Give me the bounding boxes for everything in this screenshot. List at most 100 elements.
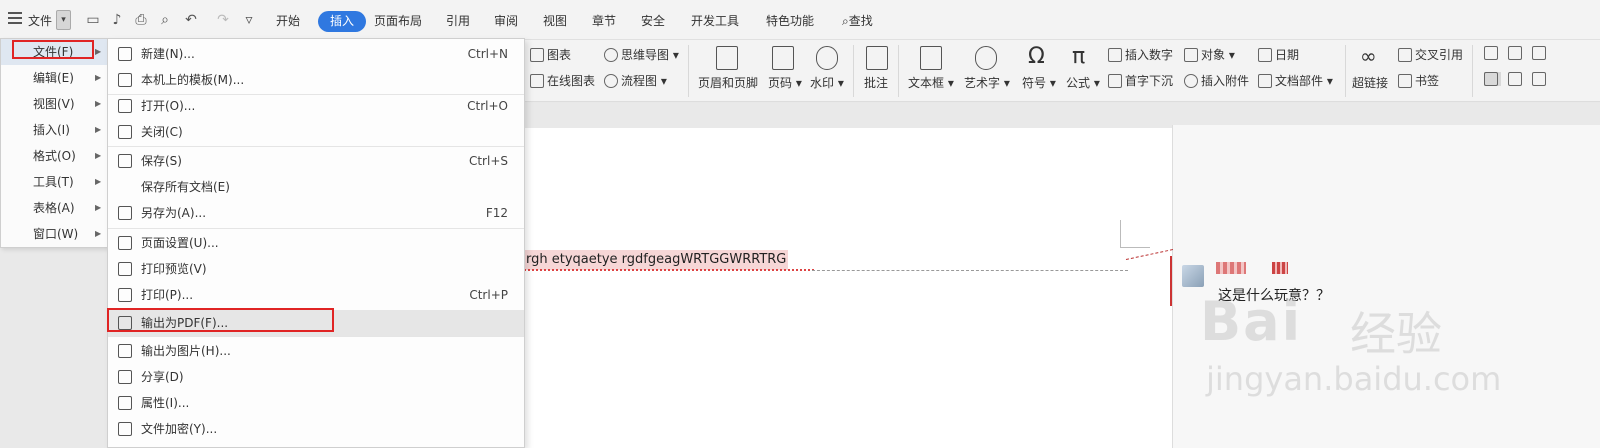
form-control-checkbox-icon[interactable] xyxy=(1508,46,1525,60)
tab-developer[interactable]: 开发工具 xyxy=(691,12,739,29)
watermark-button[interactable]: 水印 ▾ xyxy=(810,74,844,91)
chevron-right-icon: ▶ xyxy=(95,177,102,186)
tab-insert[interactable]: 插入 xyxy=(318,11,366,32)
file-menu-button[interactable]: 文件 xyxy=(28,12,52,29)
page-number-button[interactable]: 页码 ▾ xyxy=(768,74,802,91)
file-dropdown-chevron-icon[interactable]: ▾ xyxy=(56,10,71,30)
tab-view[interactable]: 视图 xyxy=(543,12,567,29)
menu-item-share[interactable]: 分享(D) xyxy=(108,364,524,390)
hyperlink-button[interactable]: 超链接 xyxy=(1352,74,1388,91)
form-control-image-icon[interactable] xyxy=(1508,72,1525,86)
menu-item-print-preview[interactable]: 打印预览(V) xyxy=(108,256,524,282)
date-button[interactable]: 日期 xyxy=(1258,46,1299,63)
redo-icon[interactable]: ↷ xyxy=(214,11,232,29)
menu-item-page-setup[interactable]: 页面设置(U)... xyxy=(108,230,524,256)
ribbon-separator xyxy=(1345,45,1346,97)
undo-icon[interactable]: ↶ xyxy=(182,11,200,29)
comment-author-timestamp xyxy=(1272,262,1288,274)
hamburger-menu-icon[interactable] xyxy=(8,12,22,24)
submenu-item-window[interactable]: 窗口(W) ▶ xyxy=(1,221,107,247)
folder-open-icon xyxy=(118,99,132,113)
ribbon-separator xyxy=(853,45,854,97)
paperclip-icon xyxy=(1184,74,1198,88)
menu-item-export-image[interactable]: 输出为图片(H)... xyxy=(108,338,524,364)
customize-quickbar-icon[interactable]: ▿ xyxy=(240,11,258,29)
flowchart-button[interactable]: 流程图 ▾ xyxy=(604,72,667,89)
chevron-right-icon: ▶ xyxy=(95,73,102,82)
file-menu-dropdown: 新建(N)... Ctrl+N 本机上的模板(M)... 打开(O)... Ctrl… xyxy=(107,38,525,448)
baidu-watermark-logo-cn: 经验 xyxy=(1350,307,1442,361)
page-margin-marker xyxy=(1120,220,1150,248)
symbol-button[interactable]: 符号 ▾ xyxy=(1022,74,1056,91)
menu-item-close[interactable]: 关闭(C) xyxy=(108,119,524,145)
doc-parts-button[interactable]: 文档部件 ▾ xyxy=(1258,72,1333,89)
menu-item-print[interactable]: 打印(P)... Ctrl+P xyxy=(108,282,524,308)
bookmark-button[interactable]: 书签 xyxy=(1398,72,1439,89)
submenu-item-format[interactable]: 格式(O) ▶ xyxy=(1,143,107,169)
template-icon xyxy=(118,73,132,87)
cross-ref-icon xyxy=(1398,48,1412,62)
online-chart-button[interactable]: 在线图表 xyxy=(530,72,595,89)
cross-ref-button[interactable]: 交叉引用 xyxy=(1398,46,1463,63)
tab-chapter[interactable]: 章节 xyxy=(592,12,616,29)
attachment-button[interactable]: 插入附件 xyxy=(1184,72,1249,89)
print-icon[interactable]: ⎙ xyxy=(132,11,150,29)
online-chart-icon xyxy=(530,74,544,88)
tab-security[interactable]: 安全 xyxy=(641,12,665,29)
submenu-item-table[interactable]: 表格(A) ▶ xyxy=(1,195,107,221)
new-file-icon xyxy=(118,47,132,61)
print-preview-icon[interactable]: ⌕ xyxy=(156,11,174,29)
form-control-date-icon[interactable] xyxy=(1532,72,1549,86)
tab-references[interactable]: 引用 xyxy=(446,12,470,29)
form-control-frame-icon[interactable] xyxy=(1484,72,1501,86)
object-button[interactable]: 对象 ▾ xyxy=(1184,46,1235,63)
highlight-box-file xyxy=(12,40,94,59)
close-file-icon xyxy=(118,125,132,139)
textbox-button[interactable]: 文本框 ▾ xyxy=(908,74,954,91)
tab-page-layout[interactable]: 页面布局 xyxy=(374,12,422,29)
submenu-item-view[interactable]: 视图(V) ▶ xyxy=(1,91,107,117)
submenu-item-edit[interactable]: 编辑(E) ▶ xyxy=(1,65,107,91)
formula-button[interactable]: 公式 ▾ xyxy=(1066,74,1100,91)
insert-number-button[interactable]: 插入数字 xyxy=(1108,46,1173,63)
menu-item-properties[interactable]: 属性(I)... xyxy=(108,390,524,416)
drop-cap-button[interactable]: 首字下沉 xyxy=(1108,72,1173,89)
chevron-right-icon: ▶ xyxy=(95,99,102,108)
submenu-item-insert[interactable]: 插入(I) ▶ xyxy=(1,117,107,143)
comment-icon xyxy=(866,46,888,70)
mindmap-button[interactable]: 思维导图 ▾ xyxy=(604,46,679,63)
wordart-button[interactable]: 艺术字 ▾ xyxy=(964,74,1010,91)
doc-parts-icon xyxy=(1258,74,1272,88)
submenu-item-tools[interactable]: 工具(T) ▶ xyxy=(1,169,107,195)
menu-item-save[interactable]: 保存(S) Ctrl+S xyxy=(108,148,524,174)
menu-item-save-as[interactable]: 另存为(A)... F12 xyxy=(108,200,524,226)
menu-item-encrypt[interactable]: 文件加密(Y)... xyxy=(108,416,524,442)
object-icon xyxy=(1184,48,1198,62)
chart-button[interactable]: 图表 xyxy=(530,46,571,63)
lock-file-icon xyxy=(118,422,132,436)
tab-special-features[interactable]: 特色功能 xyxy=(766,12,814,29)
menu-item-new[interactable]: 新建(N)... Ctrl+N xyxy=(108,41,524,67)
ribbon-separator xyxy=(1472,45,1473,97)
chevron-right-icon: ▶ xyxy=(95,151,102,160)
tab-home[interactable]: 开始 xyxy=(276,12,300,29)
header-footer-button[interactable]: 页眉和页脚 xyxy=(698,74,758,91)
chevron-right-icon: ▶ xyxy=(95,203,102,212)
comment-button[interactable]: 批注 xyxy=(864,74,888,91)
form-control-textbox-icon[interactable] xyxy=(1484,46,1501,60)
header-footer-icon xyxy=(716,46,738,70)
selected-document-text[interactable]: rgh etyqaetye rgdfgeagWRTGGWRRTRG xyxy=(524,250,789,270)
tab-review[interactable]: 审阅 xyxy=(494,12,518,29)
mindmap-icon xyxy=(604,48,618,62)
page-number-icon xyxy=(772,46,794,70)
export-pdf-icon[interactable]: ♪ xyxy=(108,11,126,29)
menu-item-save-all[interactable]: 保存所有文档(E) xyxy=(108,174,524,200)
menu-item-open[interactable]: 打开(O)... Ctrl+O xyxy=(108,93,524,119)
baidu-watermark-url: jingyan.baidu.com xyxy=(1206,360,1502,398)
drop-cap-icon xyxy=(1108,74,1122,88)
save-icon[interactable]: ▭ xyxy=(84,11,102,29)
form-control-list-icon[interactable] xyxy=(1532,46,1549,60)
search-button[interactable]: ⌕查找 xyxy=(842,12,873,29)
menu-bar: 文件 ▾ ▭ ♪ ⎙ ⌕ ↶ ↷ ▿ 开始 插入 页面布局 引用 审阅 视图 章… xyxy=(0,0,1600,40)
menu-item-local-templates[interactable]: 本机上的模板(M)... xyxy=(108,67,524,93)
